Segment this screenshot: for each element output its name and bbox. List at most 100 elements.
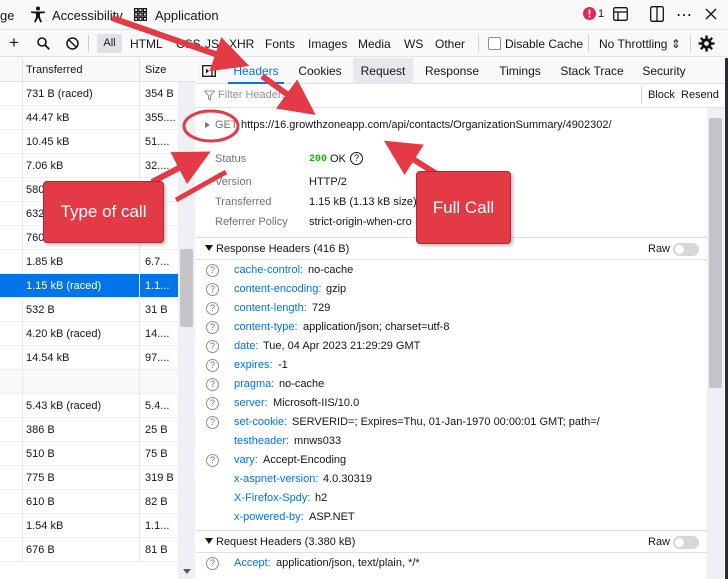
header-row[interactable]: ? set-cookie: SERVERID=; Expires=Thu, 01-J…	[196, 414, 716, 433]
dock-side-icon[interactable]	[650, 6, 664, 22]
filter-js[interactable]: JS	[205, 37, 219, 51]
help-icon[interactable]: ?	[206, 321, 219, 334]
help-icon[interactable]: ?	[206, 264, 219, 277]
request-list-header: Transferred Size	[0, 58, 195, 82]
help-icon[interactable]: ?	[206, 302, 219, 315]
table-row[interactable]: 4.20 kB (raced) 14....	[0, 322, 178, 346]
error-count[interactable]: 1	[598, 8, 604, 20]
help-icon[interactable]: ?	[206, 340, 219, 353]
table-row[interactable]: 1.15 kB (raced) 1.1...	[0, 274, 178, 298]
tab-headers[interactable]: Headers	[228, 58, 284, 84]
status-cell	[0, 130, 23, 154]
help-icon[interactable]: ?	[206, 416, 219, 429]
tab-application[interactable]: Application	[155, 8, 219, 23]
header-row[interactable]: ? vary: Accept-Encoding	[196, 452, 716, 471]
filter-html[interactable]: HTML	[130, 37, 163, 51]
collapse-arrow-icon[interactable]	[205, 245, 213, 251]
clear-icon[interactable]	[66, 37, 79, 50]
details-scrollbar[interactable]	[707, 108, 724, 579]
raw-toggle[interactable]	[673, 536, 699, 549]
column-size[interactable]: Size	[145, 64, 166, 76]
close-icon[interactable]	[705, 8, 717, 20]
scrollbar-thumb[interactable]	[180, 249, 193, 327]
throttling-select[interactable]: No Throttling ⇕	[599, 37, 681, 51]
header-row[interactable]: ? Accept: application/json, text/plain, */…	[196, 555, 716, 574]
raw-toggle[interactable]	[673, 243, 699, 256]
gear-icon[interactable]	[698, 35, 715, 52]
header-row[interactable]: ? expires: -1	[196, 357, 716, 376]
toggle-sidebar-icon[interactable]	[202, 65, 216, 77]
tab-accessibility[interactable]: Accessibility	[52, 8, 123, 23]
split-console-icon[interactable]	[613, 7, 628, 21]
partial-tab-label[interactable]: ge	[0, 8, 14, 23]
block-button[interactable]: Block	[648, 89, 675, 101]
filter-headers-input[interactable]: Filter Headers	[218, 89, 287, 101]
header-value: no-cache	[279, 378, 325, 390]
error-icon[interactable]	[583, 7, 596, 20]
collapse-arrow-icon[interactable]	[205, 538, 213, 544]
status-cell	[0, 490, 23, 514]
column-transferred[interactable]: Transferred	[26, 64, 82, 76]
table-row[interactable]: 10.45 kB 51....	[0, 130, 178, 154]
table-row[interactable]: 532 B 31 B	[0, 298, 178, 322]
header-row[interactable]: ? server: Microsoft-IIS/10.0	[196, 395, 716, 414]
filter-css[interactable]: CSS	[176, 37, 201, 51]
tab-stack-trace[interactable]: Stack Trace	[558, 58, 626, 84]
scroll-down-arrow-icon[interactable]	[183, 569, 191, 574]
help-icon[interactable]: ?	[206, 557, 219, 570]
filter-images[interactable]: Images	[308, 37, 347, 51]
header-row[interactable]: ? content-type: application/json; charset=…	[196, 319, 716, 338]
header-row[interactable]: ? pragma: no-cache	[196, 376, 716, 395]
tab-security[interactable]: Security	[636, 58, 692, 84]
filter-all[interactable]: All	[97, 34, 122, 53]
tab-request[interactable]: Request	[353, 58, 413, 84]
help-icon[interactable]: ?	[206, 283, 219, 296]
help-icon[interactable]: ?	[206, 378, 219, 391]
table-row[interactable]	[0, 370, 178, 394]
request-url-row[interactable]: GET https://16.growthzoneapp.com/api/con…	[196, 114, 716, 136]
filter-media[interactable]: Media	[358, 37, 391, 51]
header-row[interactable]: ? content-encoding: gzip	[196, 281, 716, 300]
add-icon[interactable]: +	[9, 33, 19, 53]
scrollbar-thumb[interactable]	[709, 118, 722, 388]
help-icon[interactable]: ?	[206, 359, 219, 372]
search-icon[interactable]	[37, 37, 50, 50]
tab-timings[interactable]: Timings	[492, 58, 548, 84]
help-icon[interactable]: ?	[350, 152, 363, 165]
header-row[interactable]: X-Firefox-Spdy: h2	[196, 490, 716, 509]
table-row[interactable]: 510 B 75 B	[0, 442, 178, 466]
filter-xhr[interactable]: XHR	[229, 37, 254, 51]
table-row[interactable]: 5.43 kB (raced) 5.4...	[0, 394, 178, 418]
table-row[interactable]: 1.85 kB 6.7...	[0, 250, 178, 274]
header-row[interactable]: ? cache-control: no-cache	[196, 262, 716, 281]
request-headers-section[interactable]: Request Headers (3.380 kB) Raw	[196, 530, 716, 553]
expand-arrow-icon[interactable]	[205, 122, 210, 128]
table-row[interactable]: 731 B (raced) 354 B	[0, 82, 178, 106]
table-row[interactable]: 14.54 kB 97....	[0, 346, 178, 370]
table-row[interactable]: 7.06 kB 32....	[0, 154, 178, 178]
table-row[interactable]: 44.47 kB 355....	[0, 106, 178, 130]
table-row[interactable]: 775 B 319 B	[0, 466, 178, 490]
filter-other[interactable]: Other	[435, 37, 465, 51]
table-row[interactable]: 676 B 81 B	[0, 538, 178, 562]
help-icon[interactable]: ?	[206, 397, 219, 410]
size-cell: 97....	[145, 352, 170, 364]
disable-cache-checkbox[interactable]	[488, 37, 501, 50]
table-row[interactable]: 386 B 25 B	[0, 418, 178, 442]
header-row[interactable]: ? content-length: 729	[196, 300, 716, 319]
request-list-scrollbar[interactable]	[178, 82, 195, 579]
header-value: no-cache	[308, 264, 354, 276]
table-row[interactable]: 610 B 82 B	[0, 490, 178, 514]
help-icon[interactable]: ?	[206, 454, 219, 467]
header-row[interactable]: testheader: mnws033	[196, 433, 716, 452]
header-row[interactable]: x-aspnet-version: 4.0.30319	[196, 471, 716, 490]
resend-button[interactable]: Resend	[681, 89, 719, 101]
more-options-icon[interactable]: ⋯	[676, 5, 692, 25]
tab-cookies[interactable]: Cookies	[292, 58, 348, 84]
header-row[interactable]: ? date: Tue, 04 Apr 2023 21:29:29 GMT	[196, 338, 716, 357]
filter-ws[interactable]: WS	[404, 37, 423, 51]
tab-response[interactable]: Response	[420, 58, 484, 84]
filter-fonts[interactable]: Fonts	[265, 37, 295, 51]
header-row[interactable]: x-powered-by: ASP.NET	[196, 509, 716, 528]
table-row[interactable]: 1.54 kB 1.1...	[0, 514, 178, 538]
